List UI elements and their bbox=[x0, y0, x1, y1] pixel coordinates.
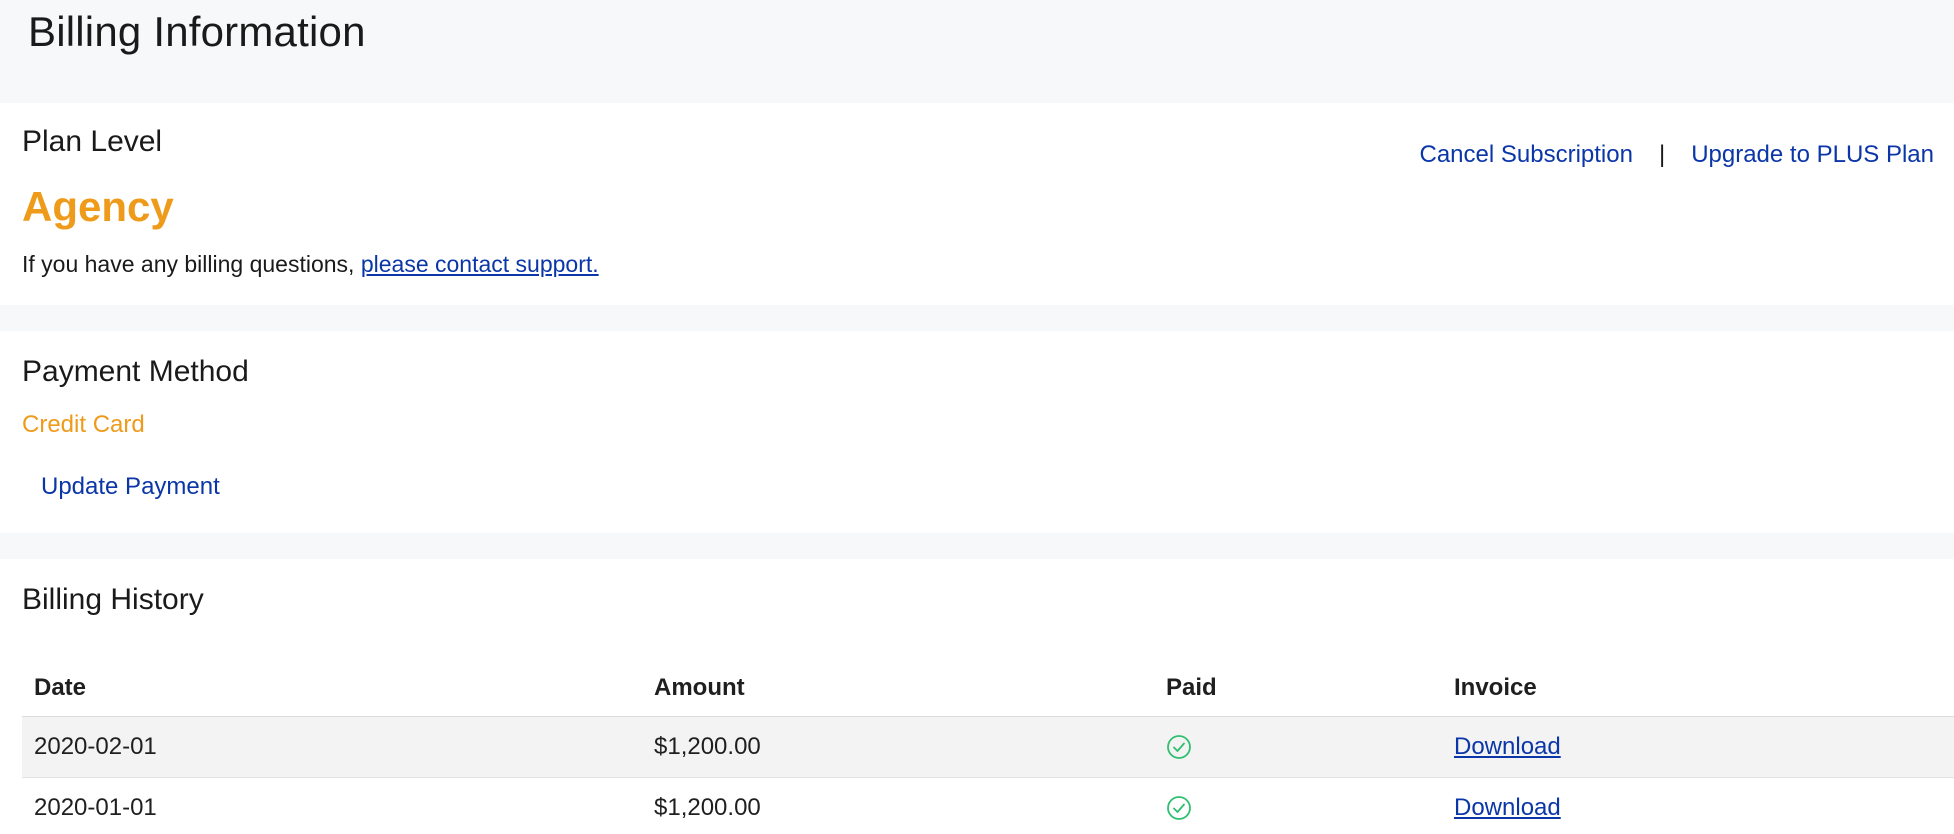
page-title: Billing Information bbox=[28, 8, 366, 55]
billing-history-table: Date Amount Paid Invoice 2020-02-01 $1,2… bbox=[22, 661, 1954, 834]
row-date: 2020-01-01 bbox=[22, 777, 642, 834]
column-header-invoice: Invoice bbox=[1442, 661, 1954, 717]
check-circle-icon bbox=[1167, 735, 1191, 760]
column-header-paid: Paid bbox=[1154, 661, 1442, 717]
payment-method-value: Credit Card bbox=[22, 411, 145, 438]
table-row: 2020-02-01 $1,200.00 Download bbox=[22, 716, 1954, 778]
column-header-amount: Amount bbox=[642, 661, 1154, 717]
check-circle-icon bbox=[1167, 796, 1191, 821]
plan-actions: Cancel Subscription | Upgrade to PLUS Pl… bbox=[1420, 141, 1935, 169]
actions-separator: | bbox=[1658, 141, 1666, 168]
row-paid bbox=[1154, 777, 1442, 834]
upgrade-plan-link[interactable]: Upgrade to PLUS Plan bbox=[1691, 141, 1934, 169]
plan-name: Agency bbox=[22, 183, 174, 230]
payment-method-heading: Payment Method bbox=[22, 355, 249, 388]
row-date: 2020-02-01 bbox=[22, 716, 642, 778]
cancel-subscription-link[interactable]: Cancel Subscription bbox=[1420, 141, 1633, 169]
download-invoice-link[interactable]: Download bbox=[1454, 794, 1561, 821]
download-invoice-link[interactable]: Download bbox=[1454, 733, 1561, 760]
page-header: Billing Information bbox=[0, 0, 1954, 103]
column-header-date: Date bbox=[22, 661, 642, 717]
billing-questions-note: If you have any billing questions, pleas… bbox=[22, 251, 1954, 278]
update-payment-button[interactable]: Update Payment bbox=[41, 473, 220, 501]
row-invoice: Download bbox=[1442, 716, 1954, 778]
row-invoice: Download bbox=[1442, 777, 1954, 834]
billing-history-card: Billing History Date Amount Paid Invoice… bbox=[0, 559, 1954, 834]
row-amount: $1,200.00 bbox=[642, 716, 1154, 778]
billing-history-heading: Billing History bbox=[22, 583, 204, 616]
plan-level-card: Plan Level Agency If you have any billin… bbox=[0, 103, 1954, 305]
billing-note-text: If you have any billing questions, bbox=[22, 251, 361, 277]
payment-method-card: Payment Method Credit Card Update Paymen… bbox=[0, 331, 1954, 533]
table-row: 2020-01-01 $1,200.00 Download bbox=[22, 777, 1954, 834]
row-amount: $1,200.00 bbox=[642, 777, 1154, 834]
contact-support-link[interactable]: please contact support. bbox=[361, 251, 599, 277]
table-header-row: Date Amount Paid Invoice bbox=[22, 661, 1954, 717]
row-paid bbox=[1154, 716, 1442, 778]
